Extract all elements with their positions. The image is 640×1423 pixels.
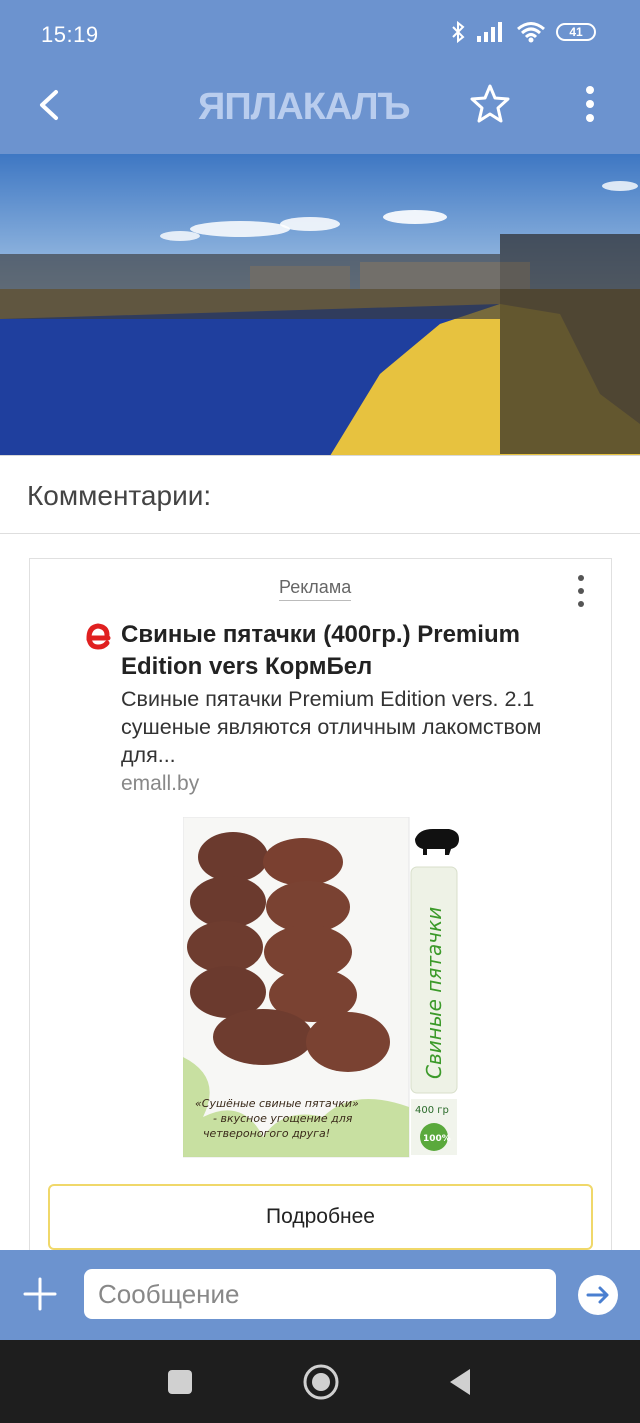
plus-icon (23, 1277, 57, 1311)
ad-title[interactable]: Свиные пятачки (400гр.) Premium Edition … (121, 619, 591, 683)
back-button[interactable] (30, 84, 72, 126)
ad-product-image[interactable]: «Сушёные свиные пятачки» - вкусное угоще… (182, 816, 461, 1161)
product-caption-2: - вкусное угощение для (213, 1112, 353, 1125)
star-icon (470, 84, 510, 123)
post-image[interactable] (0, 154, 640, 456)
product-weight: 400 гр (415, 1105, 449, 1116)
bluetooth-icon (452, 20, 465, 44)
favorite-button[interactable] (468, 82, 512, 126)
system-nav-bar (0, 1340, 640, 1423)
comments-title: Комментарии: (27, 480, 212, 511)
comments-header: Комментарии: (0, 456, 640, 534)
ad-card[interactable]: Реклама Свиные пятачки (400гр.) Premium … (29, 558, 612, 1278)
home-circle-icon (303, 1364, 339, 1400)
ad-domain[interactable]: emall.by (121, 772, 199, 796)
status-bar: 15:19 41 (0, 0, 640, 70)
more-vert-icon (578, 575, 584, 607)
wifi-icon (517, 22, 545, 43)
ad-details-button[interactable]: Подробнее (48, 1184, 593, 1250)
home-button[interactable] (302, 1363, 340, 1401)
ad-menu-button[interactable] (573, 573, 589, 609)
photo-icon (0, 154, 640, 455)
message-input[interactable] (84, 1269, 556, 1319)
more-menu-button[interactable] (575, 82, 605, 126)
recents-button[interactable] (167, 1369, 193, 1395)
triangle-back-icon (450, 1369, 470, 1395)
status-time: 15:19 (41, 22, 99, 47)
ad-label: Реклама (279, 577, 352, 601)
add-attachment-button[interactable] (22, 1276, 58, 1312)
battery-icon: 41 (556, 23, 596, 41)
app-logo[interactable]: ЯПЛАКАЛЪ (198, 86, 411, 129)
system-back-button[interactable] (446, 1367, 474, 1397)
status-icons: 41 (450, 20, 596, 44)
send-button[interactable] (578, 1275, 618, 1315)
product-photo-icon: «Сушёные свиные пятачки» - вкусное угоще… (182, 816, 459, 1158)
message-composer (0, 1250, 640, 1340)
ad-description: Свиные пятачки Premium Edition vers. 2.1… (121, 687, 542, 767)
send-arrow-icon (586, 1286, 609, 1304)
product-badge: 100% (423, 1134, 451, 1144)
square-icon (168, 1370, 192, 1394)
signal-icon (477, 22, 502, 42)
product-vertical-title: Свиные пятачки (422, 907, 446, 1079)
app-bar: ЯПЛАКАЛЪ (0, 70, 640, 154)
ad-details-button-label: Подробнее (266, 1205, 375, 1228)
more-vert-icon (586, 86, 594, 122)
advertiser-logo-icon (86, 623, 111, 650)
product-caption-1: «Сушёные свиные пятачки» (195, 1097, 359, 1110)
back-arrow-icon (40, 90, 58, 120)
product-caption-3: четвероногого друга! (203, 1127, 330, 1140)
